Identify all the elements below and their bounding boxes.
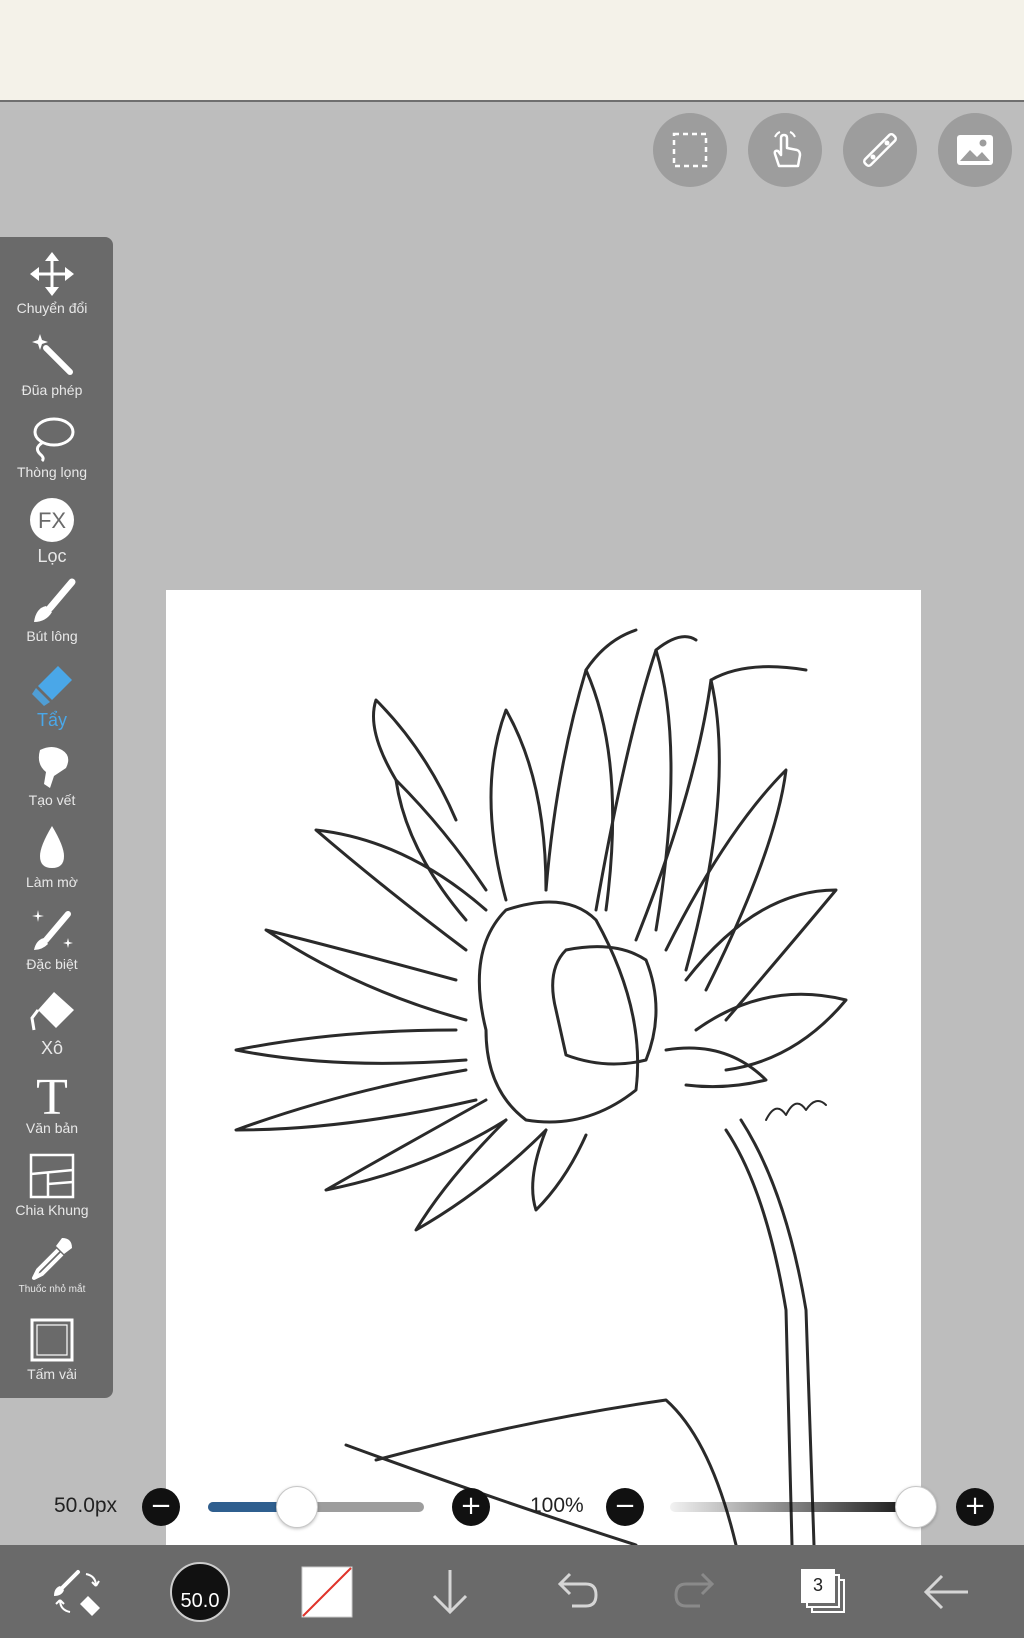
tool-label: Làm mờ (26, 874, 78, 890)
tool-label: Tạo vết (28, 792, 76, 808)
sunflower-line-art (234, 628, 848, 1545)
opacity-decrease-button[interactable]: − (606, 1488, 644, 1526)
eraser-icon (32, 666, 72, 706)
tool-label: Đặc biệt (26, 956, 78, 972)
selection-button[interactable] (653, 113, 727, 187)
svg-text:FX: FX (38, 508, 66, 533)
tool-label: Đũa phép (21, 382, 83, 398)
redo-button[interactable] (668, 1545, 728, 1638)
tool-label: Thuốc nhỏ mắt (18, 1284, 86, 1295)
tool-label: Thòng lọng (16, 464, 88, 480)
undo-icon (557, 1572, 598, 1607)
special-brush-icon (32, 910, 73, 950)
magic-wand-icon (32, 334, 73, 375)
brush-icon (34, 578, 76, 622)
tool-blur[interactable]: Làm mờ (0, 824, 104, 890)
tool-text[interactable]: T Văn bản (0, 1070, 104, 1136)
tool-eraser[interactable]: Tẩy (0, 660, 104, 731)
arrow-down-icon (432, 1569, 468, 1614)
layers-button[interactable]: 3 (794, 1545, 854, 1638)
tool-bucket[interactable]: Xô (0, 988, 104, 1059)
tool-label: Chuyển đổi (16, 300, 88, 316)
opacity-slider-knob[interactable] (895, 1486, 937, 1528)
tool-panel: Chuyển đổi Đũa phép Thòng lọng FX Lọc Bú… (0, 237, 113, 1398)
swap-tool-button[interactable] (48, 1545, 108, 1638)
drawing-canvas[interactable] (166, 590, 921, 1545)
bottom-toolbar: 50.0 3 (0, 1545, 1024, 1638)
smudge-icon (38, 747, 69, 788)
tool-canvas[interactable]: Tấm vải (0, 1316, 104, 1382)
tool-filter[interactable]: FX Lọc (0, 496, 104, 567)
lasso-icon (33, 417, 75, 462)
gesture-button[interactable] (748, 113, 822, 187)
redo-icon (674, 1572, 715, 1607)
eyedropper-icon (32, 1238, 72, 1280)
frame-divider-icon (29, 1153, 75, 1199)
tool-label: Bút lông (26, 628, 78, 644)
brush-size-badge-button[interactable]: 50.0 (168, 1545, 232, 1638)
brush-size-circle-icon: 50.0 (170, 1561, 230, 1622)
brush-controls: 50.0px − + 100% − + (0, 1480, 1024, 1532)
fx-filter-icon: FX (30, 498, 74, 542)
text-icon: T (36, 1070, 68, 1118)
brush-size-value: 50.0px (54, 1494, 118, 1517)
layers-icon: 3 (801, 1568, 847, 1615)
brush-size-decrease-button[interactable]: − (142, 1488, 180, 1526)
back-button[interactable] (916, 1545, 976, 1638)
tool-label: Tẩy (36, 710, 67, 730)
image-icon (957, 135, 993, 165)
brush-size-badge: 50.0 (180, 1590, 220, 1612)
undo-button[interactable] (544, 1545, 604, 1638)
tool-label: Văn bản (25, 1120, 79, 1136)
ruler-button[interactable] (843, 113, 917, 187)
tool-label: Lọc (37, 546, 67, 566)
brush-eraser-swap-icon (54, 1569, 100, 1616)
color-button[interactable] (298, 1545, 356, 1638)
image-button[interactable] (938, 113, 1012, 187)
arrow-left-icon (923, 1574, 968, 1609)
brush-size-increase-button[interactable]: + (452, 1488, 490, 1526)
tool-transform[interactable]: Chuyển đổi (0, 250, 104, 316)
bucket-icon (30, 992, 74, 1031)
tool-magic-wand[interactable]: Đũa phép (0, 332, 104, 398)
tool-brush[interactable]: Bút lông (0, 578, 104, 644)
app-top-bar (0, 0, 1024, 102)
tool-label: Chia Khung (15, 1202, 89, 1218)
tool-smudge[interactable]: Tạo vết (0, 742, 104, 808)
tool-eyedropper[interactable]: Thuốc nhỏ mắt (0, 1234, 104, 1295)
opacity-increase-button[interactable]: + (956, 1488, 994, 1526)
tool-lasso[interactable]: Thòng lọng (0, 414, 104, 480)
tool-label: Xô (40, 1038, 64, 1058)
hand-gesture-icon (773, 131, 802, 168)
ruler-icon (863, 133, 897, 167)
tool-special[interactable]: Đặc biệt (0, 906, 104, 972)
canvas-icon (30, 1318, 74, 1362)
tool-label: Tấm vải (27, 1366, 77, 1382)
transparent-color-icon (301, 1566, 353, 1617)
selection-icon (672, 132, 708, 168)
layer-count: 3 (812, 1575, 823, 1595)
opacity-value: 100% (530, 1494, 584, 1517)
move-arrows-icon (30, 252, 74, 296)
download-button[interactable] (420, 1545, 480, 1638)
tool-frame-divider[interactable]: Chia Khung (0, 1152, 104, 1218)
opacity-slider[interactable] (670, 1502, 916, 1512)
blur-drop-icon (40, 826, 64, 868)
brush-size-slider-knob[interactable] (275, 1486, 318, 1528)
svg-text:T: T (36, 1070, 68, 1118)
